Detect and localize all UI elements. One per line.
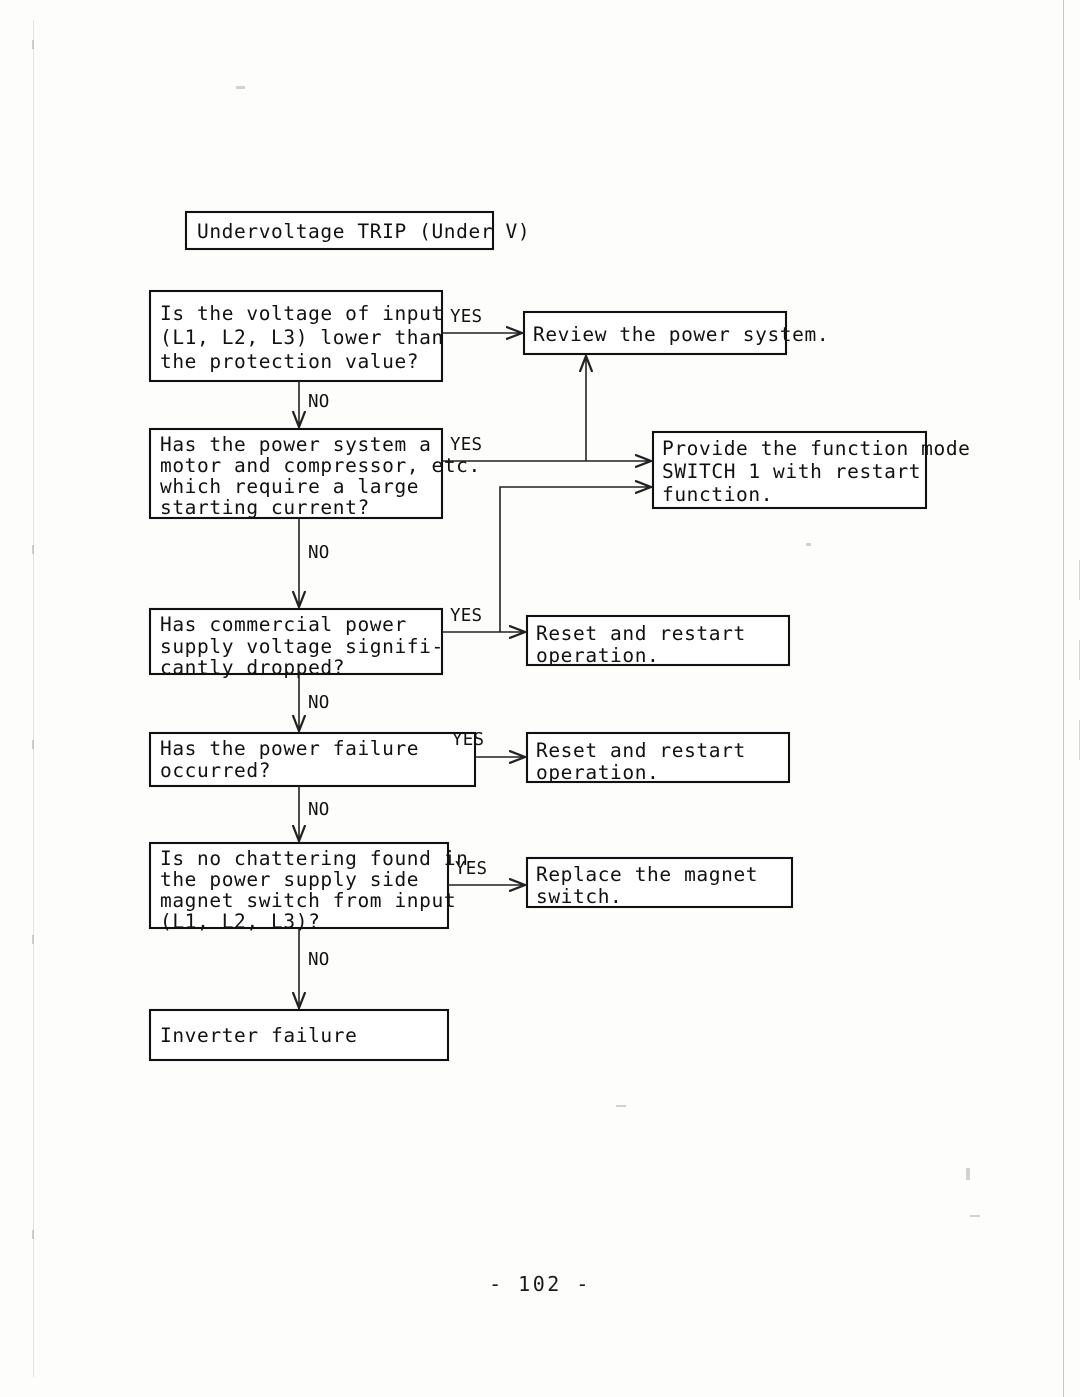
flowchart: Undervoltage TRIP (Under V) Is the volta… — [148, 210, 971, 1062]
edge-label-yes-4: YES — [452, 730, 484, 750]
edge-d2-yes: YES — [442, 356, 651, 461]
terminal-box: Inverter failure — [148, 1008, 450, 1062]
edge-label-no-1: NO — [308, 392, 329, 412]
result-box-4-line-2: operation. — [536, 761, 659, 784]
result-box-1: Review the power system. — [522, 310, 829, 356]
edge-label-no-3: NO — [308, 693, 329, 713]
decision-box-3-line-3: cantly dropped? — [160, 656, 345, 679]
result-box-4: Reset and restart operation. — [525, 731, 791, 784]
scanned-page: Undervoltage TRIP (Under V) Is the volta… — [0, 0, 1080, 1397]
decision-box-2-line-1: Has the power system a — [160, 433, 431, 456]
decision-box-1-line-3: the protection value? — [160, 350, 419, 373]
terminal-box-text: Inverter failure — [160, 1024, 357, 1047]
decision-box-4-line-2: occurred? — [160, 759, 271, 782]
decision-box-2-line-3: which require a large — [160, 475, 419, 498]
result-box-2: Provide the function mode SWITCH 1 with … — [651, 430, 971, 510]
decision-box-4: Has the power failure occurred? — [148, 731, 477, 788]
edge-label-yes-3: YES — [450, 606, 482, 626]
decision-box-5: Is no chattering found in the power supp… — [148, 841, 469, 933]
edge-label-no-2: NO — [308, 543, 329, 563]
edge-label-yes-2: YES — [450, 435, 482, 455]
edge-d1-yes: YES — [442, 307, 522, 333]
decision-box-1-line-2: (L1, L2, L3) lower than — [160, 326, 444, 349]
result-box-5-line-1: Replace the magnet — [536, 863, 758, 886]
decision-box-2: Has the power system a motor and compres… — [148, 427, 481, 520]
decision-box-3-line-2: supply voltage signifi- — [160, 635, 444, 658]
edge-d3-yes: YES — [442, 606, 525, 632]
decision-box-1-line-1: Is the voltage of input — [160, 302, 444, 325]
edge-d4-no: NO — [299, 786, 329, 841]
decision-box-3: Has commercial power supply voltage sign… — [148, 607, 444, 679]
decision-box-1: Is the voltage of input (L1, L2, L3) low… — [148, 289, 444, 383]
result-box-5-line-2: switch. — [536, 885, 622, 908]
decision-box-5-line-3: magnet switch from input — [160, 889, 456, 912]
result-box-3-line-1: Reset and restart — [536, 622, 746, 645]
edge-label-yes-5: YES — [455, 859, 487, 879]
result-box-5: Replace the magnet switch. — [525, 856, 794, 909]
edge-d3-yes-to-result-2 — [499, 487, 651, 632]
edge-d3-no: NO — [299, 674, 329, 731]
result-box-3-line-2: operation. — [536, 644, 659, 667]
decision-box-2-line-2: motor and compressor, etc. — [160, 454, 481, 477]
edge-d2-no: NO — [299, 518, 329, 607]
edge-d1-no: NO — [299, 381, 329, 427]
decision-box-5-line-4: (L1, L2, L3)? — [160, 910, 320, 933]
page-number: - 102 - — [489, 1272, 591, 1296]
result-box-2-line-1: Provide the function mode — [662, 437, 971, 460]
result-box-2-line-2: SWITCH 1 with restart — [662, 460, 921, 483]
decision-box-3-line-1: Has commercial power — [160, 613, 407, 636]
decision-box-2-line-4: starting current? — [160, 496, 370, 519]
decision-box-5-line-1: Is no chattering found in — [160, 847, 469, 870]
result-box-3: Reset and restart operation. — [525, 614, 791, 667]
edge-d5-no: NO — [299, 928, 329, 1008]
title-box-text: Undervoltage TRIP (Under V) — [197, 220, 530, 243]
result-box-4-line-1: Reset and restart — [536, 739, 746, 762]
decision-box-4-line-1: Has the power failure — [160, 737, 419, 760]
edge-label-yes-1: YES — [450, 307, 482, 327]
title-box: Undervoltage TRIP (Under V) — [184, 210, 530, 251]
decision-box-5-line-2: the power supply side — [160, 868, 419, 891]
edge-d5-yes: YES — [448, 859, 525, 885]
result-box-1-line-1: Review the power system. — [533, 323, 829, 346]
edge-label-no-5: NO — [308, 950, 329, 970]
result-box-2-line-3: function. — [662, 483, 773, 506]
edge-label-no-4: NO — [308, 800, 329, 820]
